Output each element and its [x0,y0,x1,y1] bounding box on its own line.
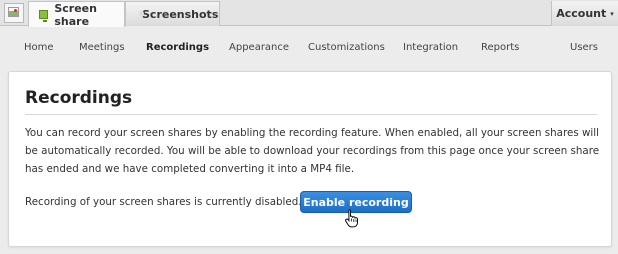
nav-item-reports[interactable]: Reports [481,42,519,53]
tab-screenshots[interactable]: Screenshots [125,1,220,26]
account-label: Account [556,7,607,20]
app-logo-icon[interactable] [4,3,24,23]
nav-item-users[interactable]: Users [570,42,598,53]
tab-label: Screen share [54,1,97,28]
top-tab-bar: Screen share Screenshots Account ▾ [0,0,618,28]
account-menu[interactable]: Account ▾ [551,1,618,26]
monitor-icon [39,10,49,22]
nav-item-meetings[interactable]: Meetings [79,42,125,53]
recording-description: You can record your screen shares by ena… [25,127,600,175]
recording-status-text: Recording of your screen shares is curre… [25,196,302,208]
tab-screen-share[interactable]: Screen share [28,1,125,28]
nav-item-recordings[interactable]: Recordings [146,42,209,53]
tab-label: Screenshots [142,7,219,21]
nav-item-integration[interactable]: Integration [403,42,458,53]
page-title: Recordings [25,88,133,108]
recordings-panel: Recordings You can record your screen sh… [8,71,612,247]
nav-item-customizations[interactable]: Customizations [308,42,385,53]
nav-item-appearance[interactable]: Appearance [229,42,289,53]
hand-cursor-icon [345,209,358,228]
nav-item-home[interactable]: Home [24,42,54,53]
title-divider [25,114,597,115]
secondary-nav: Home Meetings Recordings Appearance Cust… [0,27,618,67]
chevron-down-icon: ▾ [610,9,614,18]
